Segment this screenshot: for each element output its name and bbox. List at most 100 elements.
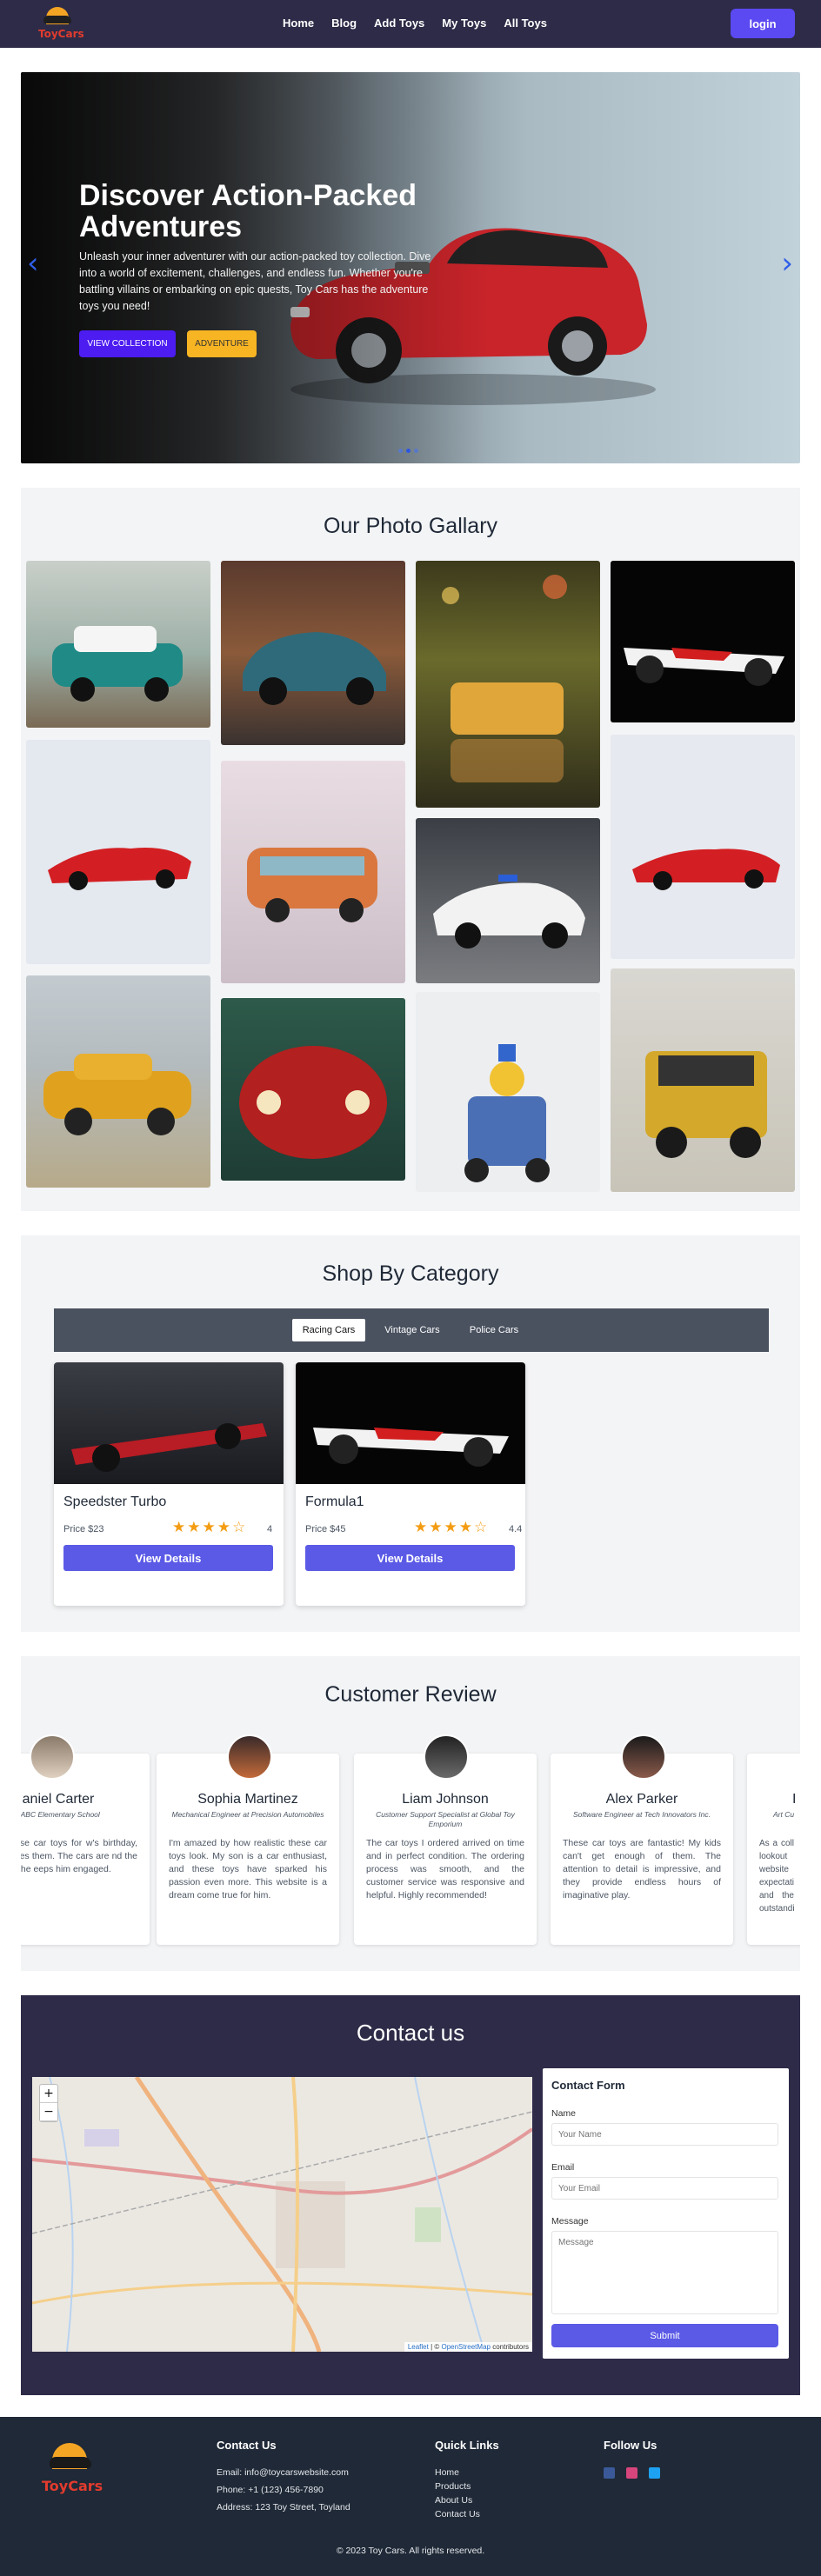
email-label: Email [551, 2162, 575, 2173]
map-attribution: Leaflet | © OpenStreetMap contributors [404, 2342, 532, 2352]
message-field[interactable] [551, 2231, 778, 2314]
product-image [296, 1362, 525, 1484]
footer-brand: ToyCars [42, 2478, 103, 2494]
facebook-icon[interactable] [604, 2467, 615, 2479]
nav-link-home[interactable]: Home [283, 17, 314, 30]
review-card: Sophia Martinez Mechanical Engineer at P… [157, 1754, 339, 1945]
footer-link-home[interactable]: Home [435, 2467, 459, 2478]
star-empty-icon: ☆ [232, 1519, 246, 1536]
product-card: Speedster Turbo Price $23 ★ ★ ★ ★ ☆ 4 Vi… [54, 1362, 284, 1606]
nav-link-all-toys[interactable]: All Toys [504, 17, 547, 30]
rating-value: 4 [267, 1524, 273, 1534]
footer-phone: Phone: +1 (123) 456-7890 [217, 2485, 324, 2495]
instagram-icon[interactable] [626, 2467, 637, 2479]
review-text: I'm amazed by how realistic these car to… [169, 1838, 327, 1900]
footer-contact-title: Contact Us [217, 2439, 277, 2452]
gallery-image-police-robot[interactable] [416, 992, 600, 1192]
gallery-image-police-car[interactable] [416, 818, 600, 983]
product-image [54, 1362, 284, 1484]
zoom-out-button[interactable]: − [40, 2103, 57, 2121]
carousel-dots [398, 449, 418, 453]
tab-vintage-cars[interactable]: Vintage Cars [376, 1319, 449, 1341]
hero-description: Unleash your inner adventurer with our a… [79, 250, 431, 312]
carousel-dot[interactable] [414, 449, 418, 453]
review-text: set of these car toys for w's birthday, … [21, 1838, 137, 1874]
footer-link-products[interactable]: Products [435, 2481, 471, 2492]
product-name: Formula1 [305, 1494, 364, 1509]
review-text: These car toys are fantastic! My kids ca… [563, 1838, 721, 1900]
map[interactable]: + − Leaflet | © OpenStreetMap contributo… [32, 2077, 532, 2352]
tab-racing-cars[interactable]: Racing Cars [292, 1319, 365, 1341]
footer-logo[interactable]: ToyCars [42, 2443, 103, 2499]
osm-link[interactable]: OpenStreetMap [441, 2343, 490, 2351]
logo-brand: ToyCars [38, 28, 84, 40]
review-card: I Art Cu As a coll lookout website expec… [747, 1754, 800, 1945]
gallery-image-yellow-jeep[interactable] [611, 968, 795, 1192]
login-button[interactable]: login [731, 9, 795, 38]
logo-car-icon [43, 16, 71, 23]
gallery-image-red-beetle[interactable] [221, 998, 405, 1181]
review-card: aniel Carter t ABC Elementary School set… [21, 1754, 150, 1945]
email-field[interactable] [551, 2177, 778, 2200]
reviewer-role: t ABC Elementary School [21, 1810, 100, 1819]
star-icon: ★ [458, 1519, 472, 1536]
star-icon: ★ [414, 1519, 428, 1536]
footer-follow-title: Follow Us [604, 2439, 657, 2452]
reviews-title: Customer Review [324, 1682, 497, 1707]
product-name: Speedster Turbo [63, 1494, 167, 1509]
leaflet-link[interactable]: Leaflet [408, 2343, 429, 2351]
adventure-button[interactable]: ADVENTURE [187, 330, 257, 357]
reviewer-role: Software Engineer at Tech Innovators Inc… [573, 1810, 711, 1819]
gallery-image-green-mini[interactable] [26, 561, 210, 728]
gallery-image-yellow-van[interactable] [416, 561, 600, 808]
rating-value: 4.4 [509, 1524, 523, 1534]
gallery-image-yellow-taxi[interactable] [26, 975, 210, 1188]
attribution-sep: | © [428, 2343, 442, 2351]
gallery-image-blue-coupe[interactable] [221, 561, 405, 745]
review-card: Alex Parker Software Engineer at Tech In… [551, 1754, 733, 1945]
view-details-button[interactable]: View Details [305, 1545, 515, 1571]
gallery-title: Our Photo Gallary [323, 514, 498, 538]
contact-title: Contact us [356, 2020, 465, 2046]
submit-button[interactable]: Submit [551, 2324, 778, 2347]
reviewer-role: Art Cu [773, 1810, 795, 1819]
nav-link-my-toys[interactable]: My Toys [442, 17, 486, 30]
hero-title: Discover Action-Packed Adventures [79, 179, 417, 243]
name-field[interactable] [551, 2123, 778, 2146]
carousel-prev-icon[interactable]: ‹ [27, 246, 39, 281]
copyright: © 2023 Toy Cars. All rights reserved. [336, 2546, 485, 2556]
footer-links-title: Quick Links [435, 2439, 499, 2452]
reviewer-avatar [30, 1734, 75, 1780]
gallery-image-f1-car[interactable] [611, 561, 795, 722]
product-price: Price $45 [305, 1524, 346, 1534]
nav-links: Home Blog Add Toys My Toys All Toys [283, 17, 564, 30]
reviewer-avatar [621, 1734, 666, 1780]
name-label: Name [551, 2108, 577, 2119]
nav-link-blog[interactable]: Blog [331, 17, 357, 30]
twitter-icon[interactable] [649, 2467, 660, 2479]
footer-link-about[interactable]: About Us [435, 2495, 472, 2506]
reviewer-role: Customer Support Specialist at Global To… [376, 1810, 515, 1828]
carousel-dot[interactable] [398, 449, 403, 453]
carousel-next-icon[interactable]: › [781, 246, 793, 281]
view-details-button[interactable]: View Details [63, 1545, 273, 1571]
reviewer-name: Sophia Martinez [197, 1792, 298, 1807]
gallery-image-orange-bus[interactable] [221, 761, 405, 983]
logo[interactable]: ToyCars [38, 7, 84, 42]
star-icon: ★ [444, 1519, 457, 1536]
tab-police-cars[interactable]: Police Cars [459, 1319, 529, 1341]
nav-link-add-toys[interactable]: Add Toys [374, 17, 424, 30]
view-collection-button[interactable]: VIEW COLLECTION [79, 330, 176, 357]
footer-link-contact[interactable]: Contact Us [435, 2509, 480, 2519]
star-icon: ★ [217, 1519, 230, 1536]
review-text: As a coll lookout website expectati and … [759, 1839, 795, 1914]
gallery-image-red-ferrari[interactable] [611, 735, 795, 959]
contact-section: Contact us + − Leaflet | © OpenStreetMap… [21, 1995, 800, 2395]
reviews-section: Customer Review aniel Carter t ABC Eleme… [21, 1656, 800, 1971]
gallery-image-red-sports[interactable] [26, 740, 210, 964]
zoom-in-button[interactable]: + [40, 2085, 57, 2103]
footer-address: Address: 123 Toy Street, Toyland [217, 2502, 350, 2513]
carousel-dot-active[interactable] [406, 449, 410, 453]
star-icon: ★ [187, 1519, 201, 1536]
reviewer-name: Liam Johnson [402, 1792, 489, 1807]
